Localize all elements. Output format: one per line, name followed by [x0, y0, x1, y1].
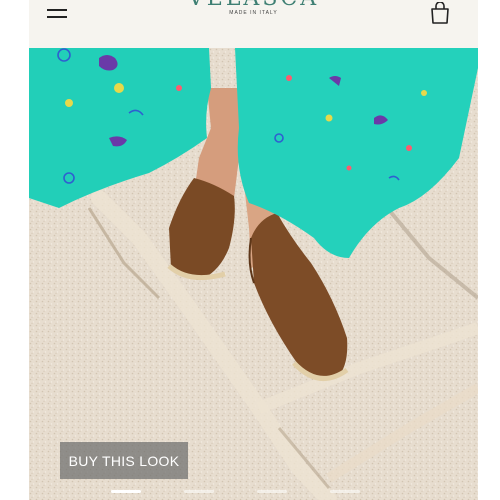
top-header: VELASCA MADE IN ITALY	[29, 0, 478, 48]
carousel-dot-3[interactable]	[257, 490, 287, 493]
carousel-dot-1[interactable]	[111, 490, 141, 493]
app-viewport: VELASCA MADE IN ITALY	[29, 0, 478, 500]
hero-banner[interactable]: BUY THIS LOOK	[29, 48, 478, 500]
carousel-dot-4[interactable]	[330, 490, 360, 493]
brand-tagline: MADE IN ITALY	[229, 10, 278, 16]
product-lifestyle-photo	[29, 48, 478, 500]
shopping-bag-icon[interactable]	[430, 1, 450, 24]
carousel-dot-2[interactable]	[184, 490, 214, 493]
carousel-indicators	[29, 490, 478, 494]
brand-logo[interactable]: VELASCA MADE IN ITALY	[29, 0, 478, 16]
buy-this-look-button[interactable]: BUY THIS LOOK	[60, 442, 188, 479]
